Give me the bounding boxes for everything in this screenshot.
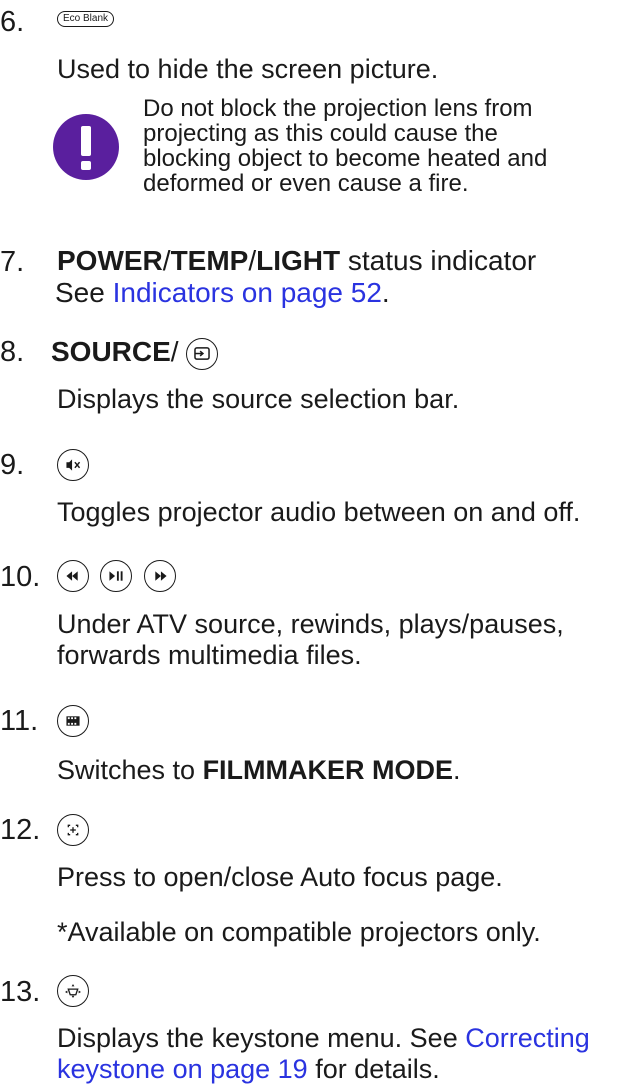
sep: / (162, 245, 171, 276)
item-11-desc: Switches to FILMMAKER MODE. (57, 755, 461, 786)
keystone-icon (57, 975, 89, 1007)
filmmaker-mode-label: FILMMAKER MODE (202, 755, 454, 785)
period: . (381, 277, 390, 308)
switches-to: Switches to (57, 755, 203, 785)
source-label: SOURCE (51, 336, 171, 367)
item-9-desc: Toggles projector audio between on and o… (57, 497, 581, 527)
mute-icon (57, 449, 89, 481)
rewind-icon (57, 560, 89, 592)
media-keys (57, 560, 176, 592)
keystone-desc-post: for details. (307, 1054, 440, 1084)
item-7-number: 7. (0, 246, 25, 278)
item-10-number: 10. (0, 561, 41, 593)
warning-icon (51, 112, 121, 182)
warning-text: Do not block the projection lens from pr… (143, 96, 623, 196)
correcting-keystone-link[interactable]: Correcting (465, 1023, 590, 1053)
eco-blank-key: Eco Blank (57, 10, 115, 28)
item-7-title: POWER/TEMP/LIGHT status indicator (57, 245, 536, 276)
power-label: POWER (57, 245, 163, 276)
auto-focus-icon (57, 814, 89, 846)
item-12-number: 12. (0, 814, 41, 846)
warning-line-1: Do not block the projection lens from (143, 95, 533, 122)
source-icon (186, 337, 219, 370)
keystone-desc-pre: Displays the keystone menu. See (57, 1023, 466, 1053)
item-7-rest: status indicator (340, 245, 537, 276)
warning-line-4: deformed or even cause a fire. (143, 170, 469, 197)
filmmaker-key (57, 705, 89, 737)
period: . (453, 755, 461, 785)
warning-line-3: blocking object to become heated and (143, 145, 548, 172)
play-pause-icon (100, 560, 133, 592)
sep: / (248, 245, 257, 276)
item-13-number: 13. (0, 976, 41, 1008)
temp-label: TEMP (170, 245, 249, 276)
item-12-note: *Available on compatible projectors only… (57, 917, 541, 947)
warning-line-2: projecting as this could cause the (143, 120, 498, 147)
item-10-desc-line-1: Under ATV source, rewinds, plays/pauses, (57, 609, 564, 639)
item-10-desc-line-2: forwards multimedia files. (57, 640, 362, 670)
item-9-number: 9. (0, 449, 25, 481)
eco-blank-key-label: Eco Blank (57, 10, 115, 27)
filmmaker-icon (57, 705, 89, 737)
mute-key (57, 449, 89, 481)
item-7-see: See Indicators on page 52. (55, 277, 390, 308)
keystone-key (57, 975, 89, 1007)
auto-focus-key (57, 814, 89, 846)
item-8-title: SOURCE/ (51, 335, 219, 370)
item-8-desc: Displays the source selection bar. (57, 384, 460, 414)
item-13-desc: Displays the keystone menu. See Correcti… (57, 1023, 631, 1085)
item-11-number: 11. (0, 705, 39, 737)
correcting-keystone-link-cont[interactable]: keystone on page 19 (57, 1054, 308, 1084)
indicators-link[interactable]: Indicators on page 52 (113, 277, 382, 308)
item-12-desc: Press to open/close Auto focus page. (57, 862, 503, 892)
forward-icon (143, 560, 176, 592)
light-label: LIGHT (256, 245, 341, 276)
slash: / (170, 336, 179, 367)
item-8-number: 8. (0, 336, 25, 368)
item-6-desc: Used to hide the screen picture. (57, 54, 439, 84)
see-text: See (55, 277, 113, 308)
item-10-desc: Under ATV source, rewinds, plays/pauses,… (57, 609, 564, 671)
item-6-number: 6. (0, 6, 25, 38)
